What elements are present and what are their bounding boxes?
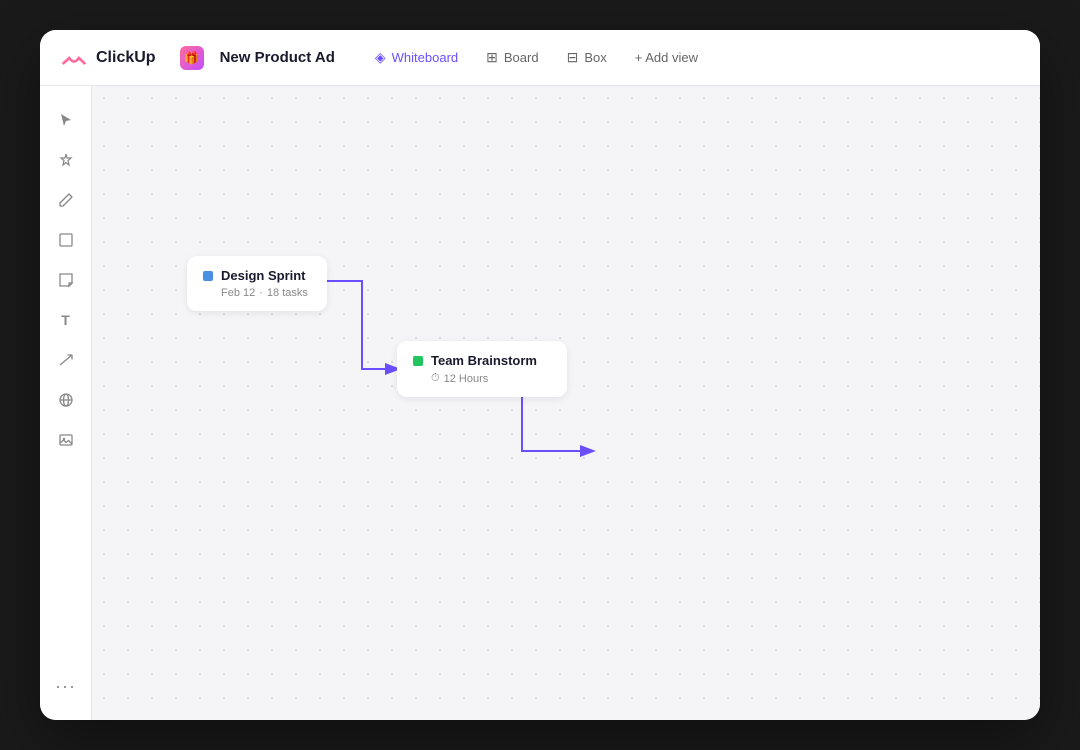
tab-board[interactable]: ⊞ Board xyxy=(474,43,550,72)
box-icon: ⊟ xyxy=(567,49,579,66)
card-header: Design Sprint xyxy=(203,268,311,283)
tab-whiteboard[interactable]: ◈ Whiteboard xyxy=(363,43,470,72)
card-header: Team Brainstorm xyxy=(413,353,551,368)
card-subtitle: 12 Hours xyxy=(444,373,489,385)
toolbar-sidebar: T ··· xyxy=(40,86,92,720)
tab-box[interactable]: ⊟ Box xyxy=(555,43,619,72)
card-status-dot xyxy=(203,271,213,281)
more-options[interactable]: ··· xyxy=(48,668,84,704)
project-name: New Product Ad xyxy=(220,49,335,66)
whiteboard-canvas[interactable]: Design Sprint Feb 12 · 18 tasks Team Bra… xyxy=(92,86,1040,720)
header: ClickUp 🎁 New Product Ad ◈ Whiteboard ⊞ … xyxy=(40,30,1040,86)
card-meta: Feb 12 · 18 tasks xyxy=(203,287,311,299)
magic-tool[interactable] xyxy=(48,142,84,178)
main-content: T ··· xyxy=(40,86,1040,720)
card-dot-separator: · xyxy=(259,287,263,299)
design-sprint-card[interactable]: Design Sprint Feb 12 · 18 tasks xyxy=(187,256,327,311)
tab-board-label: Board xyxy=(504,50,539,65)
pen-tool[interactable] xyxy=(48,182,84,218)
nav-tabs: ◈ Whiteboard ⊞ Board ⊟ Box + Add view xyxy=(363,43,710,72)
add-view-button[interactable]: + Add view xyxy=(623,44,710,71)
project-icon[interactable]: 🎁 xyxy=(180,46,204,70)
card-tasks: 18 tasks xyxy=(267,287,308,299)
embed-tool[interactable] xyxy=(48,382,84,418)
logo-area: ClickUp xyxy=(60,44,156,72)
sticky-note-tool[interactable] xyxy=(48,262,84,298)
card-date: Feb 12 xyxy=(221,287,255,299)
tab-box-label: Box xyxy=(584,50,606,65)
connector-lines xyxy=(92,86,1040,720)
whiteboard-icon: ◈ xyxy=(375,49,386,66)
cursor-tool[interactable] xyxy=(48,102,84,138)
clickup-logo-icon xyxy=(60,44,88,72)
board-icon: ⊞ xyxy=(486,49,498,66)
card-title: Design Sprint xyxy=(221,268,306,283)
image-tool[interactable] xyxy=(48,422,84,458)
add-view-label: + Add view xyxy=(635,50,698,65)
text-tool[interactable]: T xyxy=(48,302,84,338)
shape-tool[interactable] xyxy=(48,222,84,258)
card-status-dot xyxy=(413,356,423,366)
app-window: ClickUp 🎁 New Product Ad ◈ Whiteboard ⊞ … xyxy=(40,30,1040,720)
card-title: Team Brainstorm xyxy=(431,353,537,368)
app-title: ClickUp xyxy=(96,49,156,67)
connect-tool[interactable] xyxy=(48,342,84,378)
team-brainstorm-card[interactable]: Team Brainstorm ⏱ 12 Hours xyxy=(397,341,567,397)
clock-icon: ⏱ xyxy=(431,372,440,385)
card-meta: ⏱ 12 Hours xyxy=(413,372,551,385)
tab-whiteboard-label: Whiteboard xyxy=(392,50,458,65)
